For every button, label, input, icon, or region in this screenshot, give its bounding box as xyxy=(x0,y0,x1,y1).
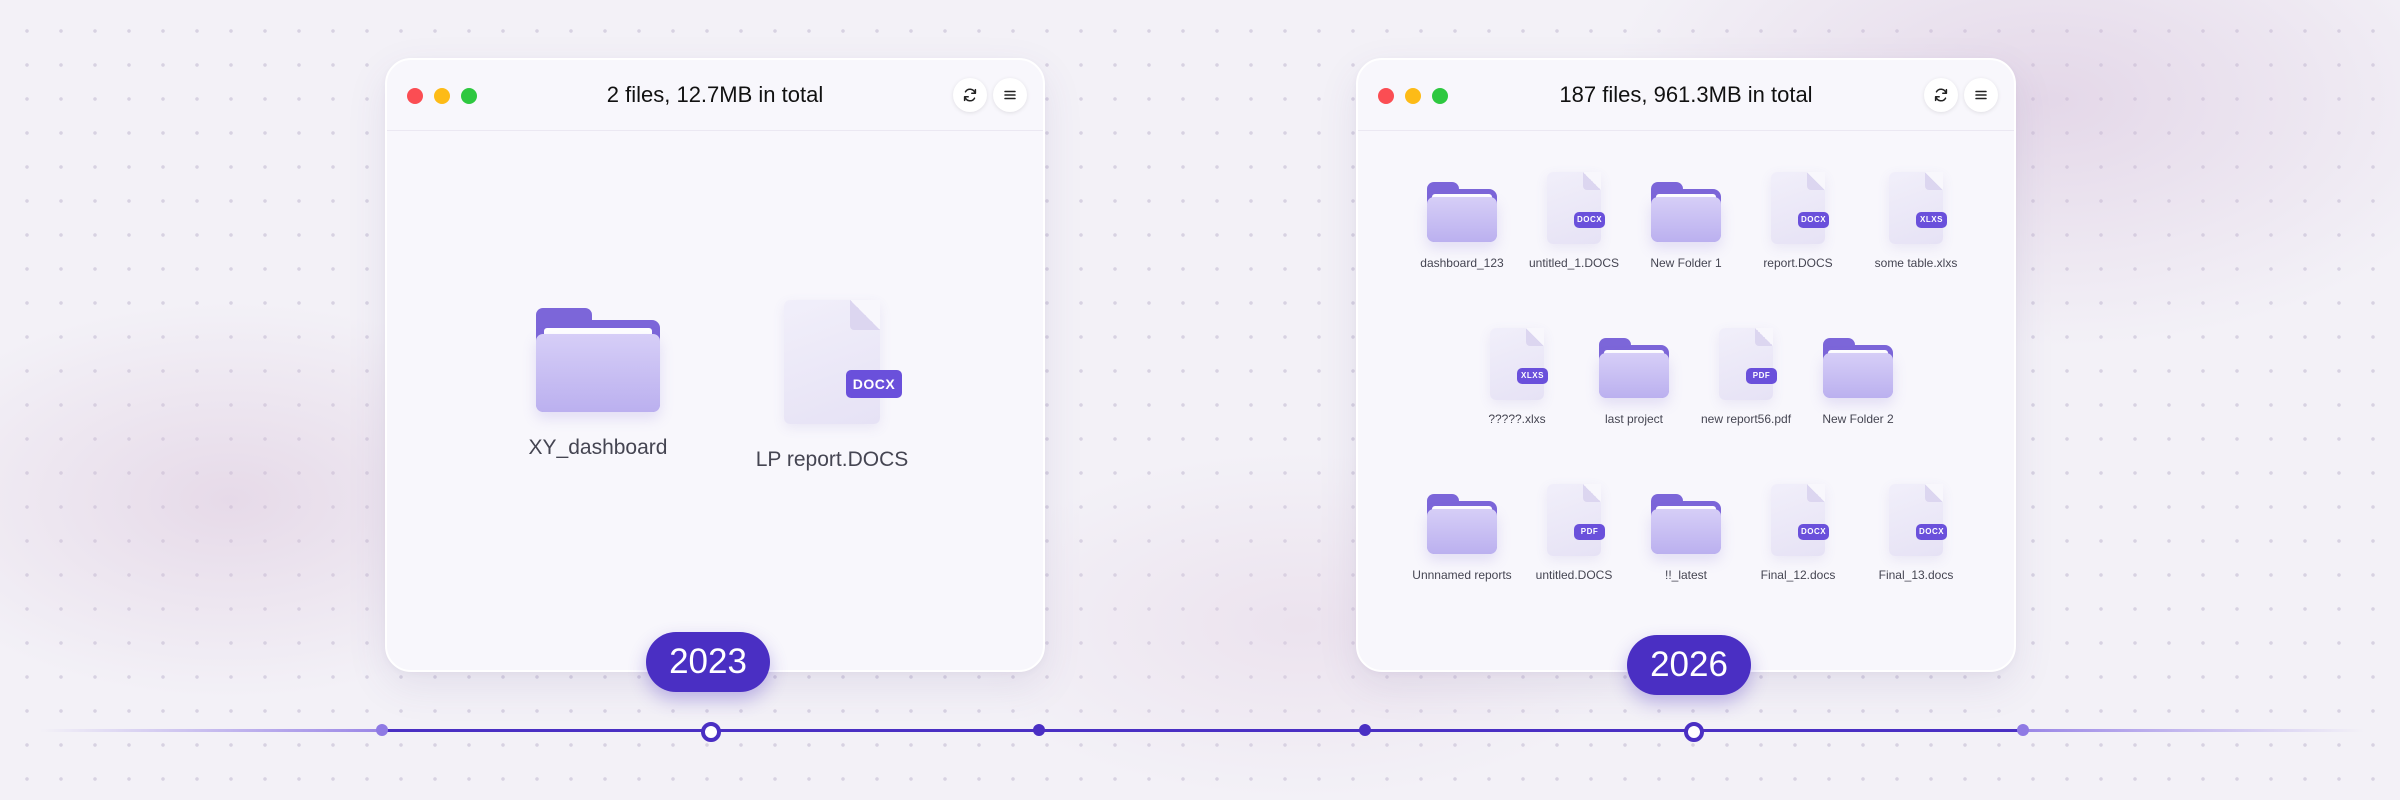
folder-icon xyxy=(1651,182,1721,242)
timeline xyxy=(0,722,2400,742)
file-type-badge: PDF xyxy=(1746,368,1777,384)
document-icon: DOCX xyxy=(784,300,902,424)
folder-icon xyxy=(1427,494,1497,554)
timeline-dot xyxy=(1033,724,1045,736)
file-name: LP report.DOCS xyxy=(755,448,909,471)
file-name: Final_13.docs xyxy=(1878,568,1954,582)
file-type-badge: PDF xyxy=(1574,524,1605,540)
file-item-folder[interactable]: Unnnamed reports xyxy=(1412,494,1512,582)
file-window-2023: 2 files, 12.7MB in total XY_dashboard DO… xyxy=(385,58,1045,672)
file-item-folder[interactable]: !!_latest xyxy=(1651,494,1721,582)
file-item-folder[interactable]: dashboard_123 xyxy=(1420,182,1504,270)
file-type-badge: XLXS xyxy=(1916,212,1947,228)
timeline-dot xyxy=(376,724,388,736)
timeline-marker-2026[interactable] xyxy=(1684,722,1704,742)
timeline-line-faded xyxy=(40,729,382,732)
folder-icon xyxy=(1823,338,1893,398)
menu-button[interactable] xyxy=(1964,78,1998,112)
timeline-line-faded xyxy=(2024,729,2364,732)
file-name: XY_dashboard xyxy=(528,436,668,459)
file-type-badge: DOCX xyxy=(1798,212,1829,228)
refresh-icon xyxy=(1934,88,1948,102)
file-name: some table.xlxs xyxy=(1874,256,1958,270)
folder-icon xyxy=(1427,182,1497,242)
file-item-document[interactable]: XLXS some table.xlxs xyxy=(1875,172,1957,270)
file-type-badge: XLXS xyxy=(1517,368,1548,384)
timeline-line xyxy=(382,729,2024,732)
file-item-document[interactable]: DOCX Final_12.docs xyxy=(1761,484,1835,582)
document-icon: XLXS xyxy=(1490,328,1548,400)
window-title: 2 files, 12.7MB in total xyxy=(606,82,824,107)
file-item-document[interactable]: PDF new report56.pdf xyxy=(1701,328,1791,426)
year-label-2023: 2023 xyxy=(646,632,770,692)
refresh-icon xyxy=(963,88,977,102)
document-icon: PDF xyxy=(1547,484,1605,556)
file-item-document[interactable]: DOCX report.DOCS xyxy=(1763,172,1833,270)
file-name: New Folder 2 xyxy=(1822,412,1894,426)
window-titlebar: 187 files, 961.3MB in total xyxy=(1358,60,2014,131)
file-window-2026: 187 files, 961.3MB in total dashboard_12… xyxy=(1356,58,2016,672)
file-type-badge: DOCX xyxy=(846,370,902,398)
refresh-button[interactable] xyxy=(953,78,987,112)
window-titlebar: 2 files, 12.7MB in total xyxy=(387,60,1043,131)
timeline-marker-2023[interactable] xyxy=(701,722,721,742)
file-item-document[interactable]: PDF untitled.DOCS xyxy=(1536,484,1612,582)
file-item-document[interactable]: DOCX LP report.DOCS xyxy=(756,300,908,472)
menu-button[interactable] xyxy=(993,78,1027,112)
refresh-button[interactable] xyxy=(1924,78,1958,112)
window-title: 187 files, 961.3MB in total xyxy=(1559,82,1813,107)
folder-icon xyxy=(1651,494,1721,554)
hamburger-menu-icon xyxy=(1975,90,1987,100)
document-icon: PDF xyxy=(1719,328,1777,400)
year-label-2026: 2026 xyxy=(1627,635,1751,695)
file-item-document[interactable]: XLXS ?????.xlxs xyxy=(1488,328,1548,426)
timeline-dot xyxy=(2017,724,2029,736)
document-icon: DOCX xyxy=(1547,172,1605,244)
document-icon: DOCX xyxy=(1889,484,1947,556)
file-item-folder[interactable]: XY_dashboard xyxy=(529,308,667,460)
file-type-badge: DOCX xyxy=(1798,524,1829,540)
folder-icon xyxy=(536,308,660,412)
folder-icon xyxy=(1599,338,1669,398)
file-item-folder[interactable]: last project xyxy=(1599,338,1669,426)
hamburger-menu-icon xyxy=(1004,90,1016,100)
file-item-folder[interactable]: New Folder 2 xyxy=(1822,338,1894,426)
document-icon: XLXS xyxy=(1889,172,1947,244)
file-item-document[interactable]: DOCX untitled_1.DOCS xyxy=(1529,172,1619,270)
file-item-document[interactable]: DOCX Final_13.docs xyxy=(1879,484,1953,582)
document-icon: DOCX xyxy=(1771,172,1829,244)
timeline-dot xyxy=(1359,724,1371,736)
document-icon: DOCX xyxy=(1771,484,1829,556)
file-type-badge: DOCX xyxy=(1574,212,1605,228)
file-type-badge: DOCX xyxy=(1916,524,1947,540)
file-item-folder[interactable]: New Folder 1 xyxy=(1650,182,1722,270)
